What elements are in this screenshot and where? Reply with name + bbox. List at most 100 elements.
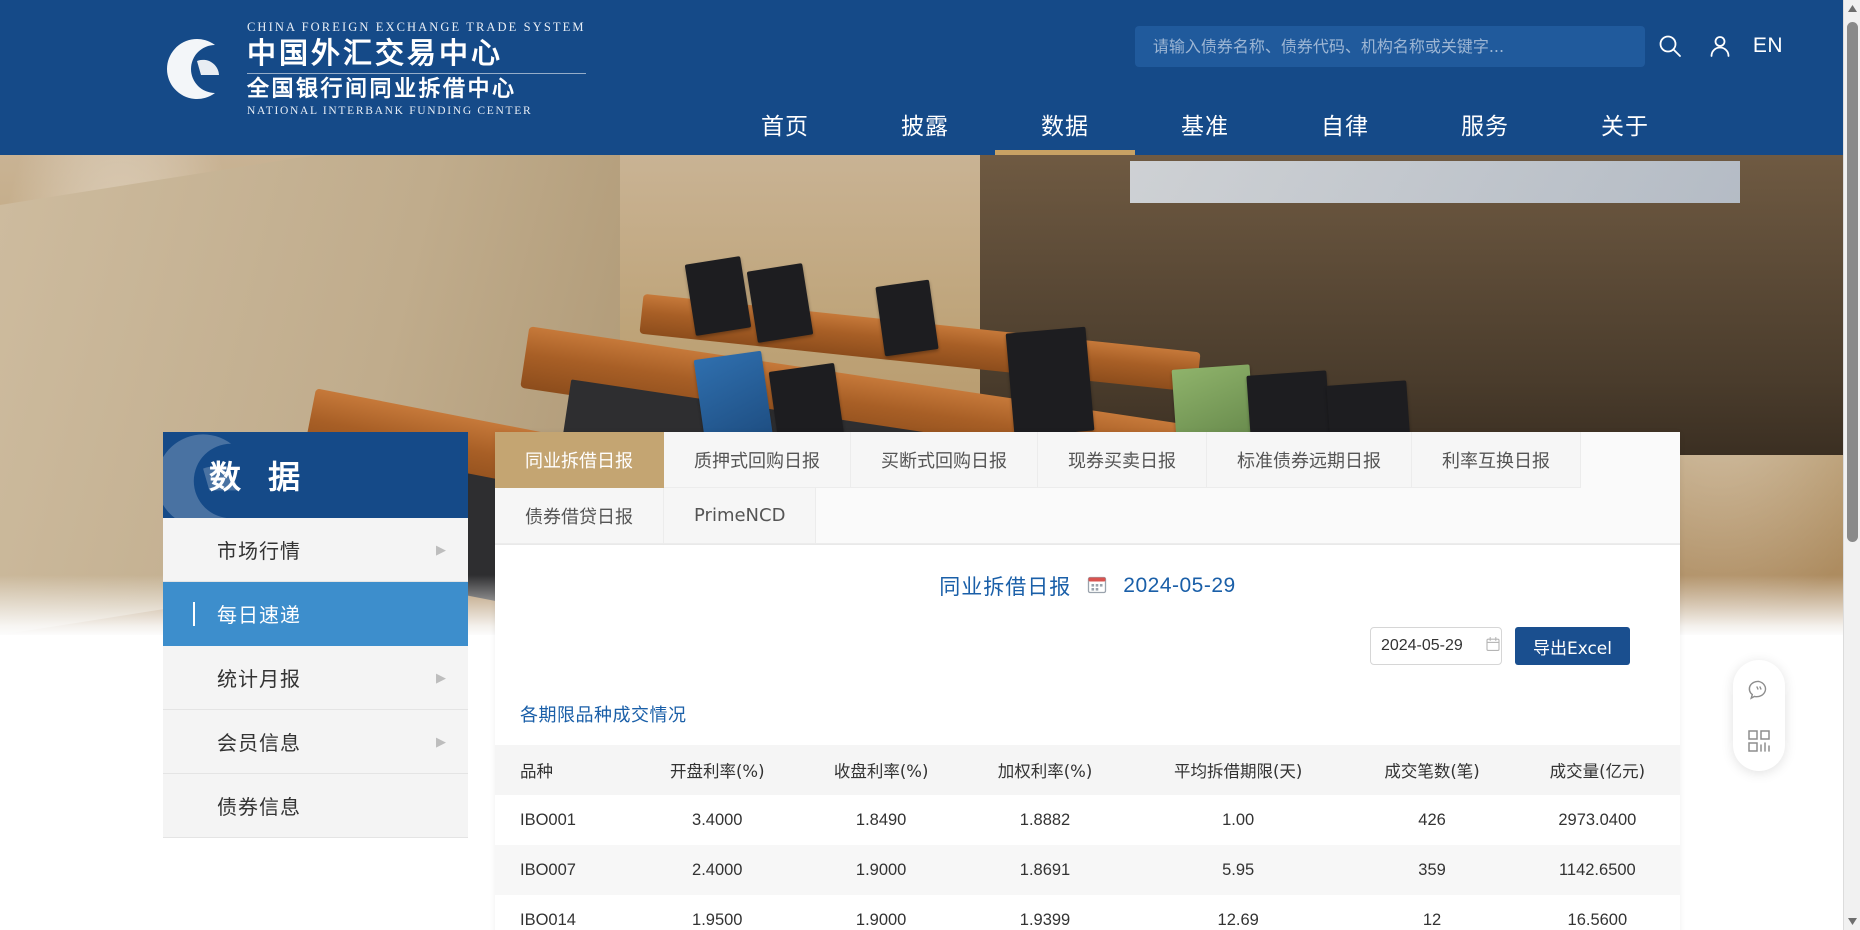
nav-item-about[interactable]: 关于	[1555, 107, 1695, 155]
cell-turnover: 2973.0400	[1558, 810, 1637, 829]
cell-weighted-rate: 1.8691	[1019, 860, 1071, 879]
tab-bond-lending-daily[interactable]: 债券借贷日报	[495, 488, 664, 544]
col-turnover: 成交量(亿元)	[1514, 745, 1680, 795]
export-excel-button[interactable]: 导出Excel	[1514, 627, 1630, 665]
cell-opening-rate: 2.4000	[692, 860, 743, 879]
main-navigation: 首页 披露 数据 基准 自律 服务 关于	[715, 93, 1695, 155]
browser-viewport: CHINA FOREIGN EXCHANGE TRADE SYSTEM 中国外汇…	[0, 0, 1860, 930]
cell-closing-rate: 1.8490	[855, 810, 907, 829]
maturity-variety-trading-table: 品种 开盘利率(%) 收盘利率(%) 加权利率(%) 平均拆借期限(天) 成交笔…	[495, 745, 1680, 930]
qr-code-icon[interactable]	[1742, 724, 1776, 758]
tab-primencd[interactable]: PrimeNCD	[664, 488, 817, 544]
nav-item-benchmark[interactable]: 基准	[1135, 107, 1275, 155]
report-panel: 同业拆借日报 质押式回购日报 买断式回购日报 现券买卖日报 标准债券远期日报 利…	[495, 432, 1680, 930]
report-tabs-row-2: 债券借贷日报 PrimeNCD	[495, 488, 1680, 544]
tab-pledged-repo-daily[interactable]: 质押式回购日报	[664, 432, 851, 488]
report-heading-row: 同业拆借日报 2024-05-29	[495, 545, 1680, 601]
feedback-chat-icon[interactable]	[1742, 673, 1776, 707]
chevron-right-icon: ▶	[436, 670, 446, 685]
report-title: 同业拆借日报	[939, 575, 1072, 599]
sidebar-item-label: 债券信息	[217, 795, 301, 819]
logo-en-bottom: NATIONAL INTERBANK FUNDING CENTER	[247, 104, 533, 117]
sidebar-header: 数 据	[163, 432, 468, 518]
chevron-right-icon: ▶	[436, 542, 446, 557]
tab-standard-bond-forward-daily[interactable]: 标准债券远期日报	[1207, 432, 1412, 488]
search-input[interactable]	[1134, 25, 1645, 67]
logo-divider	[247, 72, 586, 74]
tab-cash-bond-trading-daily[interactable]: 现券买卖日报	[1038, 432, 1207, 488]
sidebar-item-market-quotes[interactable]: 市场行情 ▶	[163, 518, 468, 582]
sidebar-item-label: 会员信息	[217, 731, 301, 755]
tab-outright-repo-daily[interactable]: 买断式回购日报	[851, 432, 1038, 488]
site-logo[interactable]: CHINA FOREIGN EXCHANGE TRADE SYSTEM 中国外汇…	[157, 16, 586, 121]
cell-opening-rate: 1.9500	[692, 910, 743, 929]
date-picker[interactable]	[1369, 627, 1502, 665]
page-scroll-area: CHINA FOREIGN EXCHANGE TRADE SYSTEM 中国外汇…	[0, 0, 1843, 930]
col-avg-lending-term: 平均拆借期限(天)	[1126, 745, 1350, 795]
calendar-icon	[1485, 636, 1501, 657]
cell-variety: IBO007	[520, 860, 576, 879]
cell-variety: IBO014	[520, 910, 576, 929]
cell-closing-rate: 1.9000	[855, 910, 907, 929]
vertical-scrollbar[interactable]	[1843, 0, 1860, 930]
sidebar-item-label: 统计月报	[217, 667, 301, 691]
table-row[interactable]: IBO014 1.9500 1.9000 1.9399 12.69 12 16.…	[495, 895, 1680, 930]
sidebar-item-member-info[interactable]: 会员信息 ▶	[163, 710, 468, 774]
sidebar-item-label: 市场行情	[217, 539, 301, 563]
active-indicator-bar	[193, 601, 195, 626]
tab-interbank-lending-daily[interactable]: 同业拆借日报	[495, 432, 664, 488]
cell-opening-rate: 3.4000	[692, 810, 743, 829]
scrollbar-thumb[interactable]	[1847, 22, 1858, 542]
user-icon[interactable]	[1695, 25, 1745, 67]
cell-trade-count: 12	[1422, 910, 1442, 929]
nav-item-data[interactable]: 数据	[995, 107, 1135, 155]
cell-closing-rate: 1.9000	[855, 860, 907, 879]
cell-trade-count: 359	[1418, 860, 1446, 879]
search-icon[interactable]	[1645, 25, 1695, 67]
scroll-up-arrow-icon[interactable]	[1844, 0, 1860, 17]
cell-variety: IBO001	[520, 810, 576, 829]
logo-text-block: CHINA FOREIGN EXCHANGE TRADE SYSTEM 中国外汇…	[247, 20, 586, 117]
report-date: 2024-05-29	[1123, 574, 1236, 597]
sidebar-title: 数 据	[209, 458, 309, 496]
header-utilities: EN	[1134, 25, 1783, 67]
nav-item-disclosure[interactable]: 披露	[855, 107, 995, 155]
tab-interest-rate-swap-daily[interactable]: 利率互换日报	[1412, 432, 1581, 488]
nav-item-services[interactable]: 服务	[1415, 107, 1555, 155]
sidebar-item-bond-info[interactable]: 债券信息	[163, 774, 468, 838]
cell-trade-count: 426	[1418, 810, 1446, 829]
site-header: CHINA FOREIGN EXCHANGE TRADE SYSTEM 中国外汇…	[0, 0, 1843, 155]
scroll-down-arrow-icon[interactable]	[1844, 913, 1860, 930]
chevron-right-icon: ▶	[436, 734, 446, 749]
col-closing-rate: 收盘利率(%)	[799, 745, 964, 795]
report-tabs: 同业拆借日报 质押式回购日报 买断式回购日报 现券买卖日报 标准债券远期日报 利…	[495, 432, 1680, 545]
date-picker-input[interactable]	[1380, 637, 1477, 655]
sidebar-item-daily-express[interactable]: 每日速递	[163, 582, 468, 646]
logo-cn-main: 中国外汇交易中心	[247, 36, 504, 71]
table-row[interactable]: IBO007 2.4000 1.9000 1.8691 5.95 359 114…	[495, 845, 1680, 895]
sidebar-item-monthly-statistics[interactable]: 统计月报 ▶	[163, 646, 468, 710]
floating-side-widget	[1733, 660, 1785, 771]
page-content: 数 据 市场行情 ▶ 每日速递 统计月报 ▶ 会员信息 ▶ 债券信息 同业拆借日…	[0, 432, 1843, 930]
nav-item-home[interactable]: 首页	[715, 107, 855, 155]
col-trade-count: 成交笔数(笔)	[1349, 745, 1515, 795]
tabs-filler	[816, 488, 1680, 544]
table-body: IBO001 3.4000 1.8490 1.8882 1.00 426 297…	[495, 795, 1680, 930]
table-head: 品种 开盘利率(%) 收盘利率(%) 加权利率(%) 平均拆借期限(天) 成交笔…	[495, 745, 1680, 795]
cell-turnover: 16.5600	[1567, 910, 1628, 929]
table-header-row: 品种 开盘利率(%) 收盘利率(%) 加权利率(%) 平均拆借期限(天) 成交笔…	[495, 745, 1680, 795]
cell-weighted-rate: 1.9399	[1019, 910, 1071, 929]
report-toolbar: 导出Excel	[495, 601, 1680, 665]
table-section-title: 各期限品种成交情况	[520, 705, 687, 726]
cfets-logo-mark-icon	[157, 31, 233, 107]
cell-weighted-rate: 1.8882	[1019, 810, 1071, 829]
cell-turnover: 1142.6500	[1558, 860, 1636, 879]
col-variety: 品种	[495, 745, 636, 795]
table-row[interactable]: IBO001 3.4000 1.8490 1.8882 1.00 426 297…	[495, 795, 1680, 845]
logo-en-top: CHINA FOREIGN EXCHANGE TRADE SYSTEM	[247, 20, 586, 35]
hero-monitor	[875, 279, 939, 357]
hero-monitor	[684, 256, 752, 336]
language-switch-en[interactable]: EN	[1753, 34, 1783, 58]
nav-item-selfregulation[interactable]: 自律	[1275, 107, 1415, 155]
cell-avg-lending-term: 12.69	[1217, 910, 1259, 929]
